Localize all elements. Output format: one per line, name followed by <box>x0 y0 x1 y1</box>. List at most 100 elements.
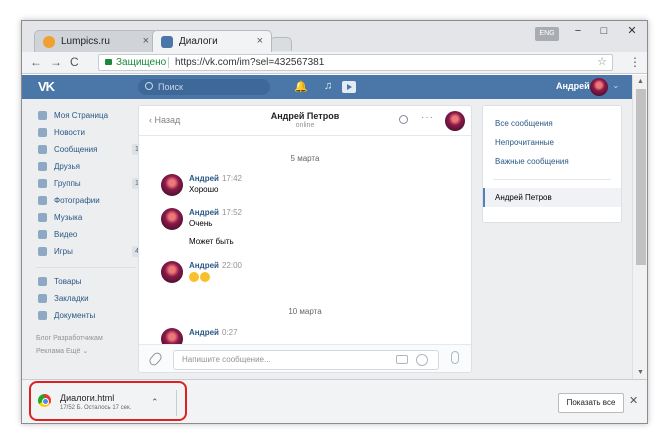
minimize-button[interactable]: − <box>565 21 591 41</box>
message-text: Может быть <box>189 237 234 246</box>
footer-link-ads[interactable]: Реклама <box>36 348 64 355</box>
sidebar-item-my-page[interactable]: Моя Страница <box>36 107 136 124</box>
chat-panel: ‹ Назад Андрей Петров online ··· 5 марта… <box>138 105 472 373</box>
sidebar-item-label: Документы <box>54 311 96 320</box>
sidebar-item-music[interactable]: Музыка <box>36 209 136 226</box>
attach-icon[interactable] <box>147 350 164 368</box>
sidebar-item-label: Товары <box>54 277 82 286</box>
search-placeholder: Поиск <box>158 82 183 92</box>
scroll-down-arrow-icon[interactable]: ▼ <box>637 369 644 376</box>
menu-divider <box>493 179 611 180</box>
message-input[interactable]: Напишите сообщение... <box>173 350 439 370</box>
chat-header: ‹ Назад Андрей Петров online ··· <box>139 106 471 136</box>
video-play-icon[interactable] <box>342 81 356 93</box>
message-text: Хорошо <box>189 185 219 194</box>
sidebar-item-label: Видео <box>54 230 78 239</box>
header-avatar[interactable] <box>590 78 608 96</box>
message-text: Очень <box>189 219 213 228</box>
tab-close-icon[interactable]: × <box>143 35 149 47</box>
sidebar-item-news[interactable]: Новости <box>36 124 136 141</box>
sidebar-item-documents[interactable]: Документы <box>36 307 136 324</box>
tab-close-icon[interactable]: × <box>257 35 263 47</box>
sidebar-item-messages[interactable]: Сообщения 1 <box>36 141 142 158</box>
forward-arrow-icon[interactable]: → <box>50 55 62 69</box>
laughing-emoji-icon <box>189 272 199 282</box>
camera-icon[interactable] <box>396 355 408 364</box>
header-user-name[interactable]: Андрей <box>556 81 590 91</box>
sidebar-item-friends[interactable]: Друзья <box>36 158 136 175</box>
groups-icon <box>38 179 47 188</box>
address-input[interactable]: Защищено https://vk.com/im?sel=432567381… <box>98 54 613 71</box>
message-composer: Напишите сообщение... <box>139 344 471 372</box>
more-options-icon[interactable]: ··· <box>421 112 434 123</box>
bell-icon[interactable]: 🔔 <box>294 80 308 93</box>
footer-link-developers[interactable]: Разработчикам <box>53 335 103 342</box>
menu-item-unread[interactable]: Непрочитанные <box>483 133 621 152</box>
games-icon <box>38 247 47 256</box>
back-arrow-icon[interactable]: ← <box>30 55 42 69</box>
sender-name[interactable]: Андрей 0:27 <box>189 328 238 337</box>
close-downloads-icon[interactable]: ✕ <box>629 394 638 407</box>
sidebar-item-label: Музыка <box>54 213 83 222</box>
vk-header: VK Поиск 🔔 ♫ Андрей ⌄ <box>22 75 632 99</box>
menu-item-important[interactable]: Важные сообщения <box>483 152 621 171</box>
highlight-ring <box>29 381 187 421</box>
reload-icon[interactable]: C <box>70 55 79 69</box>
news-icon <box>38 128 47 137</box>
tab-dialogs[interactable]: Диалоги × <box>152 30 272 52</box>
footer-link-blog[interactable]: Блог <box>36 335 51 342</box>
sender-name[interactable]: Андрей 22:00 <box>189 261 242 270</box>
secure-label: Защищено <box>116 57 167 68</box>
microphone-icon[interactable] <box>451 351 459 364</box>
sidebar-item-games[interactable]: Игры 4 <box>36 243 142 260</box>
sidebar-item-groups[interactable]: Группы 1 <box>36 175 142 192</box>
sidebar-item-label: Моя Страница <box>54 111 109 120</box>
sidebar-divider <box>36 267 136 268</box>
sidebar-item-bookmarks[interactable]: Закладки <box>36 290 136 307</box>
video-icon <box>38 230 47 239</box>
music-note-icon[interactable]: ♫ <box>324 80 332 92</box>
close-window-button[interactable]: ✕ <box>617 21 647 41</box>
vk-logo[interactable]: VK <box>38 79 55 94</box>
new-tab-button[interactable] <box>270 37 292 51</box>
tab-lumpics[interactable]: Lumpics.ru × <box>34 30 158 52</box>
sidebar-item-label: Друзья <box>54 162 80 171</box>
url-text: https://vk.com/im?sel=432567381 <box>175 57 325 68</box>
messages-icon <box>38 145 47 154</box>
emoji-icon[interactable] <box>416 354 428 366</box>
music-icon <box>38 213 47 222</box>
search-icon[interactable] <box>399 115 408 124</box>
show-all-button[interactable]: Показать все <box>558 393 624 413</box>
tab-label: Lumpics.ru <box>61 36 110 47</box>
restore-button[interactable]: □ <box>591 21 617 41</box>
sidebar-item-label: Закладки <box>54 294 89 303</box>
doc-icon <box>38 311 47 320</box>
sidebar-item-label: Новости <box>54 128 85 137</box>
sender-avatar[interactable] <box>161 208 183 230</box>
menu-item-all-messages[interactable]: Все сообщения <box>483 114 621 133</box>
scrollbar-thumb[interactable] <box>636 89 646 265</box>
sender-name[interactable]: Андрей 17:42 <box>189 174 242 183</box>
tab-label: Диалоги <box>179 36 218 47</box>
scroll-up-arrow-icon[interactable]: ▲ <box>637 78 644 85</box>
chevron-down-icon[interactable]: ⌄ <box>612 80 620 91</box>
language-badge: ENG <box>535 27 559 41</box>
sidebar-item-label: Сообщения <box>54 145 98 154</box>
sender-avatar[interactable] <box>161 261 183 283</box>
sender-name[interactable]: Андрей 17:52 <box>189 208 242 217</box>
vertical-scrollbar[interactable]: ▲ ▼ <box>632 75 647 379</box>
vk-search-input[interactable]: Поиск <box>138 79 270 95</box>
address-divider <box>168 57 169 68</box>
sidebar-item-goods[interactable]: Товары <box>36 273 136 290</box>
bookmark-star-icon[interactable]: ☆ <box>597 55 607 70</box>
contact-avatar[interactable] <box>445 111 465 131</box>
browser-menu-icon[interactable]: ⋮ <box>629 55 641 69</box>
title-bar: Lumpics.ru × Диалоги × ENG − □ ✕ <box>22 21 647 52</box>
sidebar-item-photos[interactable]: Фотографии <box>36 192 136 209</box>
sender-avatar[interactable] <box>161 174 183 196</box>
footer-link-more[interactable]: Ещё ⌄ <box>66 348 88 355</box>
search-icon <box>145 82 153 90</box>
home-icon <box>38 111 47 120</box>
sidebar-item-video[interactable]: Видео <box>36 226 136 243</box>
menu-item-current-dialog[interactable]: Андрей Петров <box>483 188 621 207</box>
